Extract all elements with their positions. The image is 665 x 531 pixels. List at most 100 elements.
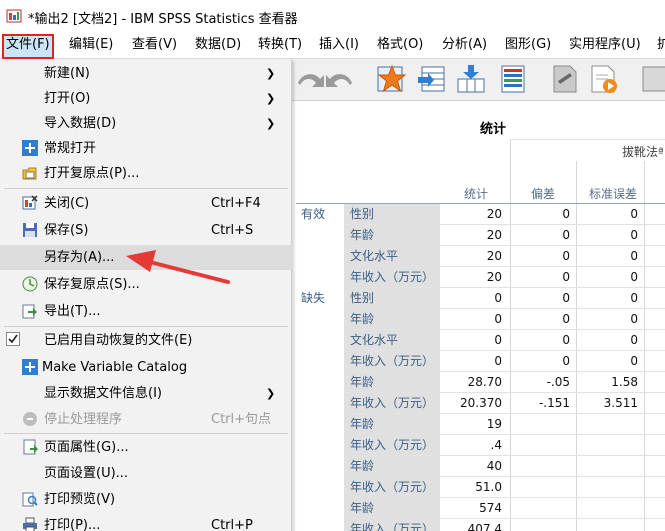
menu-item-label: 页面属性(G)... [44, 440, 129, 455]
menu-insert[interactable]: 插入(I) [317, 35, 361, 57]
menu-item-shortcut: Ctrl+P [211, 518, 253, 531]
menu-analyze[interactable]: 分析(A) [440, 35, 489, 57]
redo-icon[interactable] [324, 63, 356, 95]
cell-std-error: 0 [630, 312, 638, 326]
menu-item-shortcut: Ctrl+F4 [211, 196, 261, 211]
menu-item-label: 导出(T)... [44, 304, 101, 319]
bootstrap-header: 拔靴法ª [622, 145, 664, 159]
menu-bar: 文件(F) 编辑(E) 查看(V) 数据(D) 转换(T) 插入(I) 格式(O… [0, 32, 665, 59]
goto-variable-icon[interactable] [455, 63, 487, 95]
menu-edit[interactable]: 编辑(E) [67, 35, 115, 57]
cell-bias [512, 456, 570, 477]
cell-bias: 0 [562, 249, 570, 263]
cell-bias [512, 435, 570, 456]
menu-item-label: 显示数据文件信息(I) [44, 386, 162, 401]
menu-data[interactable]: 数据(D) [193, 35, 243, 57]
submenu-arrow-icon: ❯ [266, 67, 276, 80]
submenu-arrow-icon: ❯ [266, 387, 276, 400]
goto-case-icon[interactable] [416, 63, 448, 95]
menu-format[interactable]: 格式(O) [375, 35, 425, 57]
file-menu-dropdown: 新建(N) ❯ 打开(O) ❯ 导入数据(D) ❯ 常规打开 打开复原点(P).… [0, 59, 292, 531]
row-variable-label: 文化水平 [344, 246, 440, 267]
goto-data-icon[interactable] [376, 63, 408, 95]
open-restore-icon [22, 167, 37, 180]
undo-icon[interactable] [294, 63, 326, 95]
menu-item-general-open[interactable]: 常规打开 [0, 136, 292, 161]
menu-item-export[interactable]: 导出(T)... [0, 299, 292, 324]
menu-item-open-restore-point[interactable]: 打开复原点(P)... [0, 161, 292, 186]
cell-bias: -.151 [538, 396, 570, 410]
menu-item-label: 导入数据(D) [44, 116, 117, 131]
menu-item-label: Make Variable Catalog [42, 360, 188, 375]
cell-statistic: 20.370 [460, 396, 502, 410]
menu-item-save[interactable]: 保存(S) Ctrl+S [0, 218, 292, 243]
header-rule-bootstrap [510, 139, 665, 140]
cell-statistic: 407.4 [467, 522, 502, 531]
submenu-arrow-icon: ❯ [266, 117, 276, 130]
variables-icon[interactable] [496, 63, 528, 95]
menu-transform[interactable]: 转换(T) [256, 35, 304, 57]
menu-item-label: 打开(O) [44, 91, 91, 106]
menu-item-make-variable-catalog[interactable]: Make Variable Catalog [0, 355, 292, 380]
cell-statistic: 51.0 [475, 480, 502, 494]
row-group-label: 缺失 [301, 291, 326, 305]
run-script-icon[interactable] [588, 63, 620, 95]
cell-std-error: 0 [630, 291, 638, 305]
submenu-arrow-icon: ❯ [266, 92, 276, 105]
menu-item-label: 页面设置(U)... [44, 466, 129, 481]
window-title: *输出2 [文档2] - IBM SPSS Statistics 查看器 [28, 12, 298, 27]
export-icon [22, 304, 37, 319]
row-variable-label: 性别 [344, 288, 440, 309]
row-variable-label: 年收入（万元） [344, 435, 440, 456]
cell-std-error [578, 456, 638, 477]
menu-graphs[interactable]: 图形(G) [503, 35, 553, 57]
checkmark-icon [6, 332, 20, 346]
cell-statistic: 20 [486, 207, 502, 221]
menu-item-close[interactable]: 关闭(C) Ctrl+F4 [0, 191, 292, 216]
menu-item-display-data-file-info[interactable]: 显示数据文件信息(I) ❯ [0, 381, 292, 406]
menu-separator [4, 433, 288, 434]
menu-item-label: 打印(P)... [44, 518, 101, 531]
row-variable-label: 年龄 [344, 498, 440, 519]
cell-statistic: 0 [494, 291, 502, 305]
menu-extensions[interactable]: 扩 [655, 35, 665, 57]
menu-item-open[interactable]: 打开(O) ❯ [0, 86, 292, 111]
table-title: 统计 [480, 122, 507, 137]
menu-item-autorecover[interactable]: 已启用自动恢复的文件(E) [0, 328, 292, 353]
menu-item-import-data[interactable]: 导入数据(D) ❯ [0, 111, 292, 136]
menu-item-save-restore-point[interactable]: 保存复原点(S)... [0, 272, 292, 297]
cell-bias [512, 414, 570, 435]
cell-std-error: 3.511 [603, 396, 638, 410]
menu-item-stop-processor[interactable]: 停止处理程序 Ctrl+句点 [0, 407, 292, 432]
row-variable-label: 性别 [344, 204, 440, 225]
cell-std-error: 0 [630, 333, 638, 347]
cell-bias: 0 [562, 291, 570, 305]
close-doc-icon [22, 195, 38, 210]
cell-bias: 0 [562, 228, 570, 242]
menu-utilities[interactable]: 实用程序(U) [567, 35, 643, 57]
menu-file[interactable]: 文件(F) [2, 34, 54, 59]
cell-std-error [578, 519, 638, 531]
cell-std-error: 1.58 [611, 375, 638, 389]
menu-item-new[interactable]: 新建(N) ❯ [0, 61, 292, 86]
cell-statistic: 20 [486, 228, 502, 242]
row-variable-label: 年收入（万元） [344, 393, 440, 414]
menu-item-print-preview[interactable]: 打印预览(V) [0, 487, 292, 512]
row-variable-label: 年龄 [344, 372, 440, 393]
cell-bias: 0 [562, 312, 570, 326]
cell-statistic: 0 [494, 312, 502, 326]
row-variable-label: 年龄 [344, 225, 440, 246]
row-variable-label: 年收入（万元） [344, 267, 440, 288]
plus-icon [22, 140, 38, 156]
menu-item-label: 打开复原点(P)... [44, 166, 140, 181]
menu-item-page-attributes[interactable]: 页面属性(G)... [0, 435, 292, 460]
row-variable-label: 年龄 [344, 456, 440, 477]
menu-item-print[interactable]: 打印(P)... Ctrl+P [0, 513, 292, 531]
menu-view[interactable]: 查看(V) [130, 35, 179, 57]
cell-bias [512, 477, 570, 498]
menu-item-save-as[interactable]: 另存为(A)... [0, 245, 292, 270]
spss-viewer-window: *输出2 [文档2] - IBM SPSS Statistics 查看器 文件(… [0, 0, 665, 531]
toolbar-extra-icon[interactable] [640, 63, 665, 95]
menu-item-page-setup[interactable]: 页面设置(U)... [0, 461, 292, 486]
designate-window-icon[interactable] [548, 63, 580, 95]
